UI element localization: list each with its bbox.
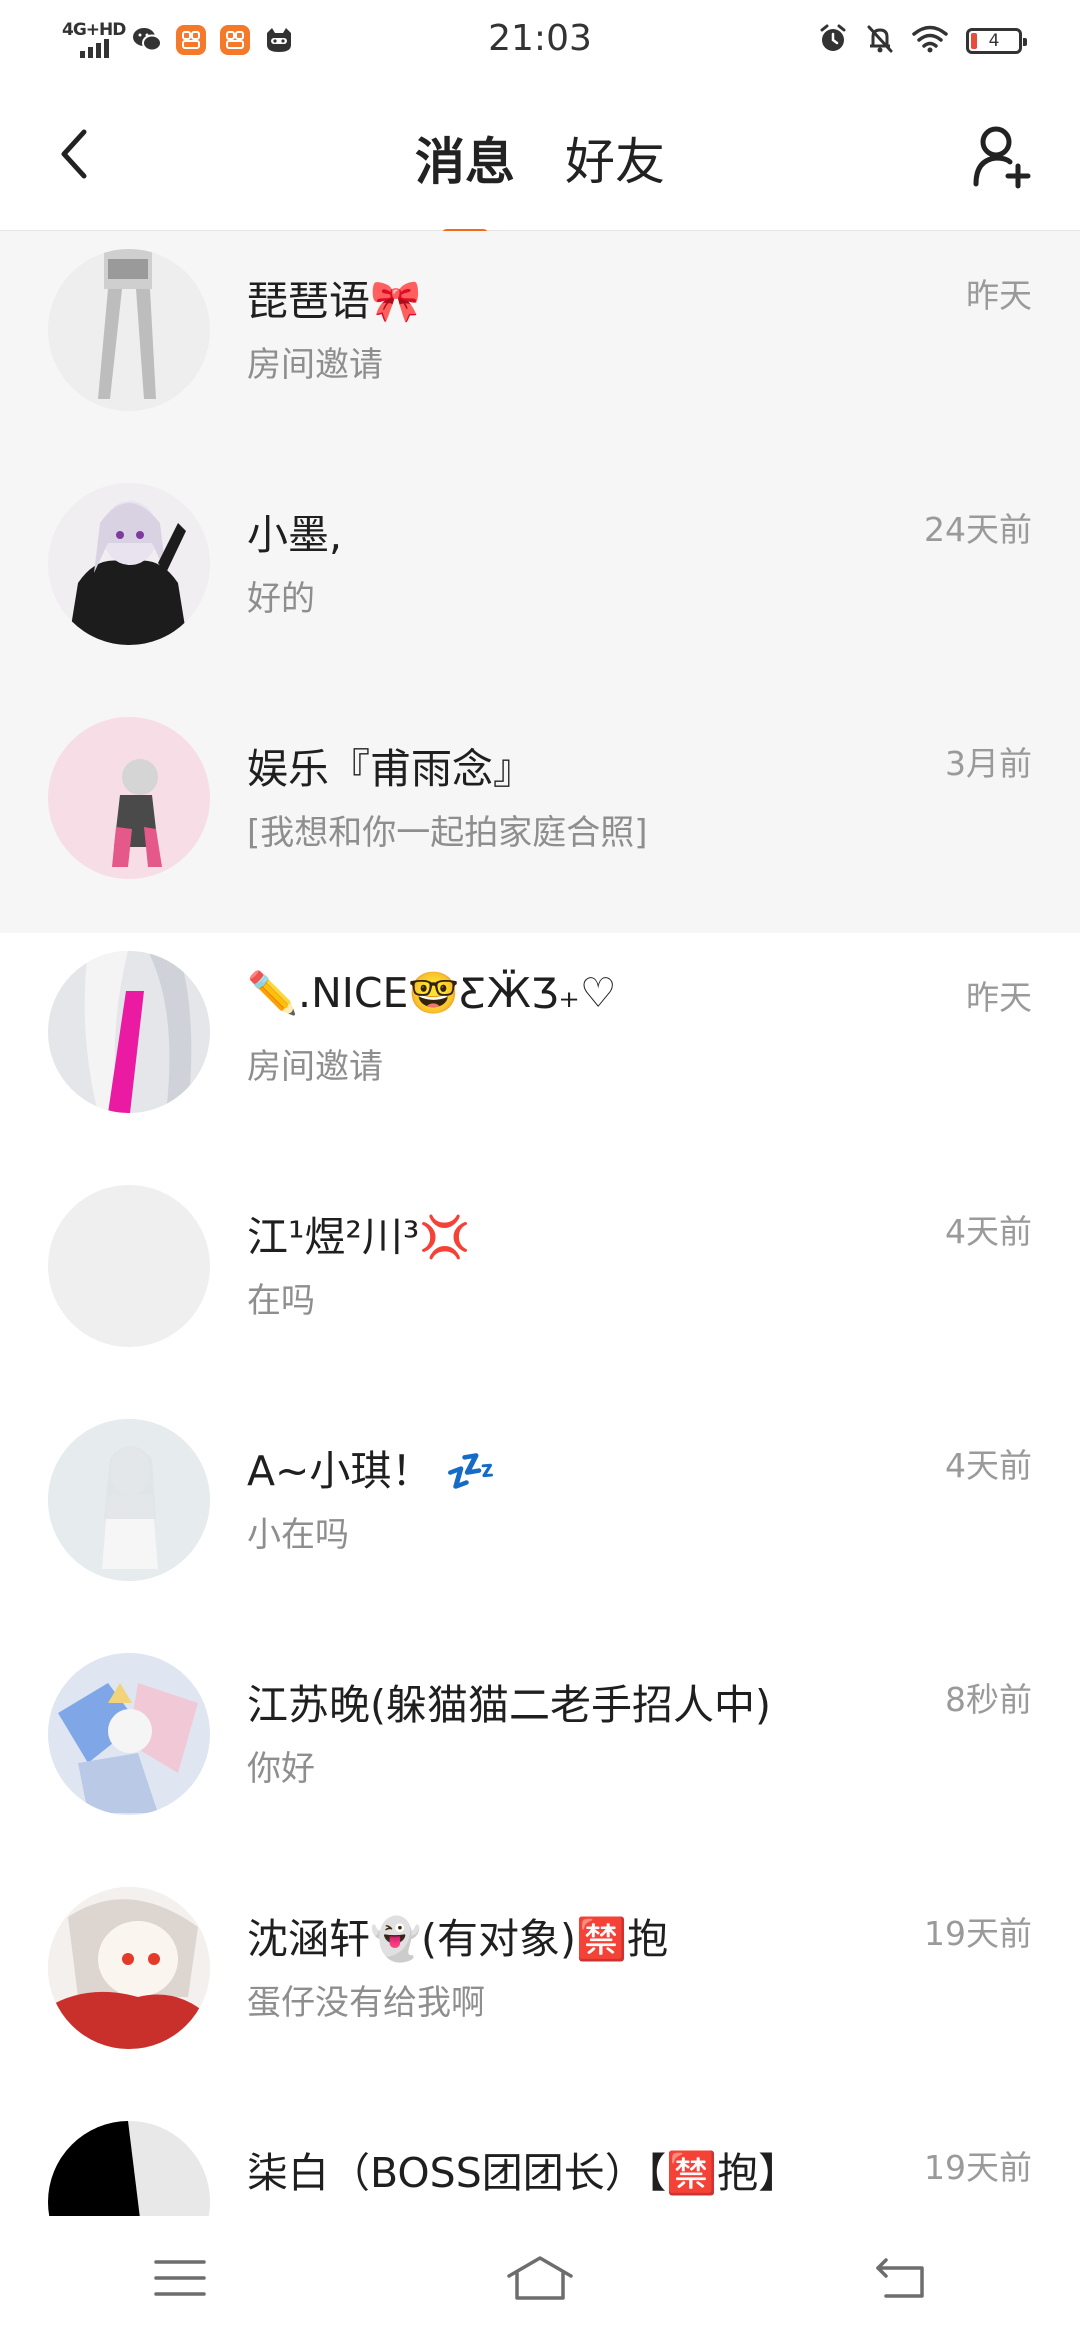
message-time: 4天前 bbox=[945, 1212, 1032, 1251]
menu-icon bbox=[154, 2260, 206, 2296]
contact-name: 琵琶语🎀 bbox=[247, 277, 422, 325]
message-item[interactable]: 江苏晚(躲猫猫二老手招人中) 你好 8秒前 bbox=[0, 1635, 1080, 1869]
avatar bbox=[48, 717, 210, 879]
avatar bbox=[48, 1419, 210, 1581]
message-list[interactable]: 琵琶语🎀 房间邀请 昨天 小墨, 好的 24天前 娱乐『甫雨念』 [我想和你一起… bbox=[0, 231, 1080, 2216]
status-right-icons: 4 bbox=[818, 24, 1027, 58]
message-preview: 房间邀请 bbox=[247, 345, 383, 385]
tab-messages[interactable]: 消息 bbox=[415, 122, 515, 238]
tab-friends[interactable]: 好友 bbox=[565, 122, 665, 194]
message-item[interactable]: 琵琶语🎀 房间邀请 昨天 bbox=[0, 231, 1080, 465]
message-preview: 你好 bbox=[247, 1749, 315, 1789]
contact-name: 小墨, bbox=[247, 511, 343, 559]
home-button[interactable] bbox=[490, 2243, 590, 2313]
contact-name: ✏️.NICE🤓ƸӜƷ₊♡ bbox=[247, 969, 617, 1017]
message-item[interactable]: 沈涵轩👻(有对象)🈲抱 蛋仔没有给我啊 19天前 bbox=[0, 1869, 1080, 2103]
message-item[interactable]: 娱乐『甫雨念』 [我想和你一起拍家庭合照] 3月前 bbox=[0, 699, 1080, 933]
screen: 4G+HD 21:03 4 消息 好友 琵琶语🎀 房间邀请 昨天 小墨, 好的 … bbox=[0, 0, 1080, 2340]
message-preview: 房间邀请 bbox=[247, 1047, 383, 1087]
mute-bell-icon bbox=[866, 24, 894, 58]
message-time: 昨天 bbox=[966, 276, 1032, 315]
menu-button[interactable] bbox=[130, 2243, 230, 2313]
home-icon bbox=[507, 2256, 573, 2300]
battery-icon: 4 bbox=[966, 28, 1027, 54]
add-user-icon bbox=[973, 126, 1031, 189]
back-nav-button[interactable] bbox=[850, 2243, 950, 2313]
avatar bbox=[48, 951, 210, 1113]
avatar bbox=[48, 2121, 210, 2216]
contact-name: 江苏晚(躲猫猫二老手招人中) bbox=[247, 1681, 771, 1729]
message-item[interactable]: A~小琪！ 💤 小在吗 4天前 bbox=[0, 1401, 1080, 1635]
message-item[interactable]: ✏️.NICE🤓ƸӜƷ₊♡ 房间邀请 昨天 bbox=[0, 933, 1080, 1167]
message-time: 3月前 bbox=[945, 744, 1032, 783]
avatar bbox=[48, 249, 210, 411]
alarm-icon bbox=[818, 24, 848, 58]
message-item[interactable]: 小墨, 好的 24天前 bbox=[0, 465, 1080, 699]
message-time: 8秒前 bbox=[945, 1680, 1032, 1719]
add-friend-button[interactable] bbox=[970, 122, 1038, 190]
contact-name: 沈涵轩👻(有对象)🈲抱 bbox=[247, 1915, 669, 1963]
avatar bbox=[48, 483, 210, 645]
return-icon bbox=[876, 2258, 924, 2298]
message-preview: 好的 bbox=[247, 579, 315, 619]
message-time: 4天前 bbox=[945, 1446, 1032, 1485]
message-preview: 在吗 bbox=[247, 1281, 315, 1321]
avatar bbox=[48, 1653, 210, 1815]
message-time: 19天前 bbox=[924, 2148, 1032, 2187]
message-preview: 蛋仔没有给我啊 bbox=[247, 1983, 485, 2023]
tab-messages-label: 消息 bbox=[415, 133, 515, 191]
contact-name: 江¹煜²川³💢 bbox=[247, 1213, 471, 1261]
message-item[interactable]: 柒白（BOSS团团长）【🈲抱】 19天前 bbox=[0, 2103, 1080, 2216]
contact-name: 柒白（BOSS团团长）【🈲抱】 bbox=[247, 2149, 800, 2197]
message-preview: [我想和你一起拍家庭合照] bbox=[247, 813, 648, 853]
message-item[interactable]: 江¹煜²川³💢 在吗 4天前 bbox=[0, 1167, 1080, 1401]
avatar bbox=[48, 1185, 210, 1347]
contact-name: 娱乐『甫雨念』 bbox=[247, 745, 534, 793]
avatar bbox=[48, 1887, 210, 2049]
message-time: 昨天 bbox=[966, 978, 1032, 1017]
message-time: 24天前 bbox=[924, 510, 1032, 549]
header: 消息 好友 bbox=[0, 84, 1080, 238]
status-bar: 4G+HD 21:03 4 bbox=[0, 0, 1080, 84]
contact-name: A~小琪！ 💤 bbox=[247, 1447, 497, 1495]
system-nav-bar bbox=[0, 2216, 1080, 2340]
tab-friends-label: 好友 bbox=[565, 133, 665, 191]
message-time: 19天前 bbox=[924, 1914, 1032, 1953]
wifi-icon bbox=[912, 25, 948, 57]
battery-level: 4 bbox=[988, 31, 1000, 51]
message-preview: 小在吗 bbox=[247, 1515, 349, 1555]
tab-bar: 消息 好友 bbox=[0, 122, 1080, 238]
